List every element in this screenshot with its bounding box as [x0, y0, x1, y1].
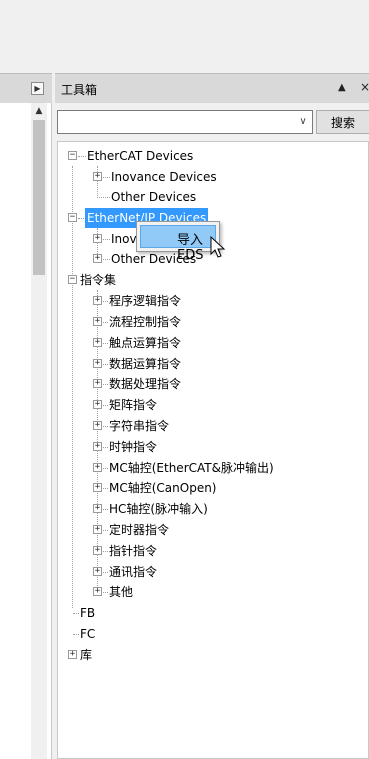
- tree-label: Inovance Devices: [111, 170, 217, 184]
- scroll-thumb[interactable]: [33, 120, 45, 275]
- chevron-down-icon[interactable]: ∨: [295, 114, 311, 130]
- tree-label: MC轴控(CanOpen): [109, 481, 217, 495]
- tree-label: MC轴控(EtherCAT&脉冲输出): [109, 461, 274, 475]
- expand-icon[interactable]: +: [93, 234, 102, 243]
- search-row: ∨ 搜索: [57, 110, 369, 134]
- tree-label: 定时器指令: [109, 523, 170, 537]
- expand-icon[interactable]: +: [93, 379, 102, 388]
- expand-icon[interactable]: +: [93, 421, 102, 430]
- expand-icon[interactable]: +: [93, 317, 102, 326]
- tree-label: 数据处理指令: [109, 377, 182, 391]
- triangle-right-icon[interactable]: ▶: [31, 82, 44, 95]
- expand-icon[interactable]: +: [93, 172, 102, 181]
- collapse-icon[interactable]: −: [68, 151, 77, 160]
- close-icon[interactable]: ×: [360, 80, 369, 94]
- expand-icon[interactable]: +: [93, 587, 102, 596]
- toolbox-title: 工具箱: [61, 83, 98, 97]
- tree-label: 触点运算指令: [109, 336, 182, 350]
- expand-icon[interactable]: +: [93, 359, 102, 368]
- import-eds-menu-item[interactable]: 导入EDS: [140, 225, 216, 263]
- tree-label: 库: [80, 648, 93, 662]
- tree-label: 数据运算指令: [109, 357, 182, 371]
- toolbox-header: 工具箱 ▲ ×: [55, 73, 369, 103]
- tree-label: EtherCAT Devices: [87, 149, 194, 163]
- context-menu: 导入EDS: [136, 221, 220, 263]
- expand-icon[interactable]: +: [93, 338, 102, 347]
- expand-icon[interactable]: +: [93, 296, 102, 305]
- expand-icon[interactable]: +: [93, 567, 102, 576]
- tree-connector: [72, 166, 73, 608]
- triangle-up-icon[interactable]: ▲: [31, 103, 47, 119]
- tree-label: HC轴控(脉冲输入): [109, 502, 208, 516]
- collapse-icon[interactable]: −: [68, 213, 77, 222]
- pin-icon[interactable]: ▲: [338, 82, 346, 93]
- expand-icon[interactable]: +: [93, 525, 102, 534]
- top-empty-band: [0, 0, 369, 73]
- expand-icon[interactable]: +: [93, 483, 102, 492]
- tree-label: 指令集: [80, 273, 117, 287]
- expand-icon[interactable]: +: [93, 546, 102, 555]
- tree-label: 时钟指令: [109, 440, 158, 454]
- tree-label: 其他: [109, 585, 134, 599]
- tree-label: Other Devices: [111, 190, 197, 204]
- tree-label: 指针指令: [109, 544, 158, 558]
- search-button[interactable]: 搜索: [316, 110, 369, 134]
- vertical-scrollbar[interactable]: ▲: [31, 103, 47, 759]
- expand-icon[interactable]: +: [93, 400, 102, 409]
- expand-icon[interactable]: +: [93, 463, 102, 472]
- search-input[interactable]: [58, 111, 302, 133]
- tree-label: 字符串指令: [109, 419, 170, 433]
- tree-label: 通讯指令: [109, 565, 158, 579]
- expand-icon[interactable]: +: [93, 254, 102, 263]
- left-pane-content: ▲: [0, 103, 52, 759]
- search-combobox[interactable]: ∨: [57, 110, 313, 134]
- tree-label: 矩阵指令: [109, 398, 158, 412]
- expand-icon[interactable]: +: [93, 442, 102, 451]
- expand-icon[interactable]: +: [93, 504, 102, 513]
- mouse-cursor-icon: [210, 236, 226, 258]
- collapse-icon[interactable]: −: [68, 275, 77, 284]
- expand-icon[interactable]: +: [68, 650, 77, 659]
- tree-label: FC: [80, 627, 96, 641]
- tree-label: 程序逻辑指令: [109, 294, 182, 308]
- left-pane-header: ▶: [0, 73, 52, 103]
- tree-label: FB: [80, 606, 96, 620]
- tree-label: 流程控制指令: [109, 315, 182, 329]
- left-pane: ▶ ▲: [0, 73, 52, 759]
